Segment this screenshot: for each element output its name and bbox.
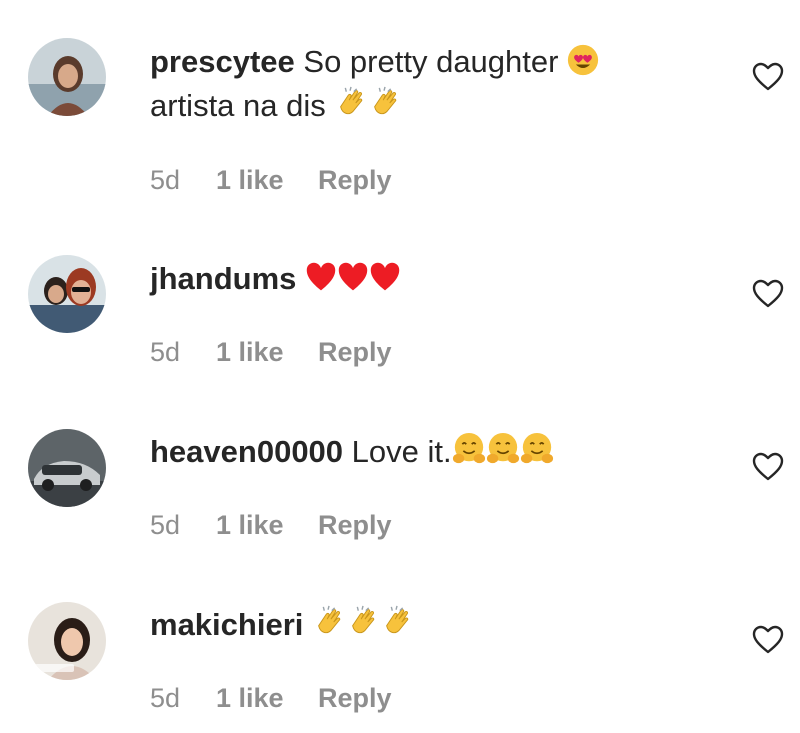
hugging-face-emoji xyxy=(452,432,486,466)
clapping-hands-emoji xyxy=(312,605,346,639)
comment-body: So pretty daughter xyxy=(303,44,559,79)
comment-meta: 5d 1 like Reply xyxy=(150,337,392,368)
red-heart-emoji xyxy=(337,261,369,293)
comment-likes-count[interactable]: 1 like xyxy=(216,337,318,368)
avatar[interactable] xyxy=(28,602,106,680)
clapping-hands-emoji xyxy=(334,86,368,120)
comment-text: makichieri xyxy=(150,603,710,647)
comment-likes-count[interactable]: 1 like xyxy=(216,683,318,714)
hugging-face-emoji xyxy=(520,432,554,466)
avatar[interactable] xyxy=(28,38,106,116)
reply-button[interactable]: Reply xyxy=(318,683,392,714)
heart-outline-icon[interactable] xyxy=(752,62,784,92)
red-heart-emoji xyxy=(369,261,401,293)
comment-meta: 5d 1 like Reply xyxy=(150,510,392,541)
heart-outline-icon[interactable] xyxy=(752,452,784,482)
comment-item: makichieri 5d 1 like Reply xyxy=(0,561,800,733)
clapping-hands-emoji xyxy=(346,605,380,639)
heart-eyes-emoji xyxy=(567,44,599,76)
comment-username[interactable]: heaven00000 xyxy=(150,434,343,469)
clapping-hands-emoji xyxy=(380,605,414,639)
heart-outline-icon[interactable] xyxy=(752,625,784,655)
reply-button[interactable]: Reply xyxy=(318,337,392,368)
comment-meta: 5d 1 like Reply xyxy=(150,165,392,196)
reply-button[interactable]: Reply xyxy=(318,510,392,541)
comment-meta: 5d 1 like Reply xyxy=(150,683,392,714)
comment-body-line2: artista na dis xyxy=(150,88,326,123)
comment-age[interactable]: 5d xyxy=(150,510,216,541)
comment-age[interactable]: 5d xyxy=(150,337,216,368)
comment-text: jhandums xyxy=(150,257,710,301)
comment-text: prescytee So pretty daughter artista na … xyxy=(150,40,710,128)
comment-likes-count[interactable]: 1 like xyxy=(216,510,318,541)
comment-username[interactable]: prescytee xyxy=(150,44,295,79)
heart-outline-icon[interactable] xyxy=(752,279,784,309)
avatar[interactable] xyxy=(28,255,106,333)
reply-button[interactable]: Reply xyxy=(318,165,392,196)
comment-age[interactable]: 5d xyxy=(150,683,216,714)
comment-body: Love it. xyxy=(351,434,452,469)
red-heart-emoji xyxy=(305,261,337,293)
comment-item: heaven00000 Love it. 5d 1 like Reply xyxy=(0,388,800,560)
comment-text: heaven00000 Love it. xyxy=(150,430,710,474)
comment-age[interactable]: 5d xyxy=(150,165,216,196)
comment-item: prescytee So pretty daughter artista na … xyxy=(0,0,800,195)
clapping-hands-emoji xyxy=(368,86,402,120)
comment-username[interactable]: jhandums xyxy=(150,261,296,296)
avatar[interactable] xyxy=(28,429,106,507)
comment-username[interactable]: makichieri xyxy=(150,607,303,642)
comment-item: jhandums 5d 1 like Reply xyxy=(0,215,800,387)
comment-likes-count[interactable]: 1 like xyxy=(216,165,318,196)
hugging-face-emoji xyxy=(486,432,520,466)
